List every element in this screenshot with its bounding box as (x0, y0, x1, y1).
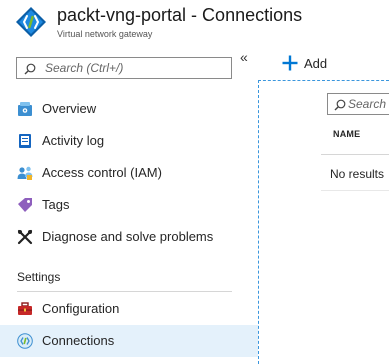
app-window: packt-vng-portal - Connections Virtual n… (0, 0, 389, 364)
column-header-name[interactable]: NAME (333, 129, 360, 139)
search-icon (334, 98, 346, 111)
command-bar: Add (258, 44, 389, 80)
sidebar-item-configuration[interactable]: Configuration (0, 293, 258, 325)
sidebar-item-label: Access control (IAM) (42, 165, 162, 180)
resource-menu: « Overview (0, 44, 258, 364)
sidebar-item-label: Overview (42, 101, 97, 116)
toolbox-icon (17, 301, 33, 317)
sidebar-item-label: Configuration (42, 301, 120, 316)
sidebar-item-label: Tags (42, 197, 70, 212)
empty-state-text: No results (330, 167, 385, 181)
connections-grid-area: NAME No results (258, 80, 389, 364)
wrench-icon (17, 229, 33, 245)
plus-icon (282, 55, 298, 71)
sidebar-item-label: Activity log (42, 133, 105, 148)
page-title: packt-vng-portal - Connections (57, 5, 303, 25)
connections-icon (17, 333, 33, 349)
sidebar-item-connections[interactable]: Connections (0, 325, 258, 357)
overview-icon (17, 101, 33, 117)
header-divider (321, 154, 389, 155)
sidebar-item-activity-log[interactable]: Activity log (0, 125, 258, 157)
section-settings-label: Settings (17, 270, 61, 284)
page-subtitle: Virtual network gateway (57, 29, 153, 39)
sidebar-item-label: Connections (42, 333, 115, 348)
sidebar-item-diagnose[interactable]: Diagnose and solve problems (0, 221, 258, 253)
main-content: Add NAME No results (258, 44, 389, 364)
tag-icon (17, 197, 33, 213)
sidebar-item-label: Diagnose and solve problems (42, 229, 214, 244)
row-divider (321, 190, 389, 191)
sidebar-item-tags[interactable]: Tags (0, 189, 258, 221)
blade-header: packt-vng-portal - Connections Virtual n… (0, 0, 389, 44)
add-button-label: Add (304, 56, 328, 71)
activity-log-icon (17, 133, 33, 149)
section-divider (17, 291, 232, 292)
iam-icon (17, 165, 33, 181)
collapse-menu-button[interactable]: « (240, 50, 252, 64)
vpn-gateway-icon (15, 6, 47, 38)
menu-search-box[interactable] (16, 57, 232, 79)
menu-search-input[interactable] (45, 60, 225, 76)
grid-search-box[interactable] (327, 93, 389, 115)
sidebar-item-access-control[interactable]: Access control (IAM) (0, 157, 258, 189)
grid-search-input[interactable] (348, 96, 389, 112)
sidebar-item-overview[interactable]: Overview (0, 93, 258, 125)
search-icon (24, 62, 36, 75)
